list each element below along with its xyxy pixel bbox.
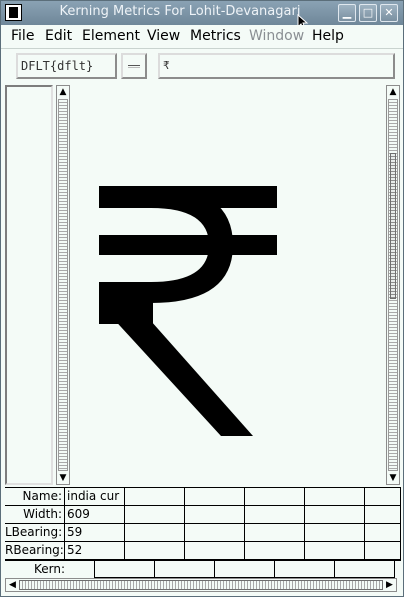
width-value[interactable]: 609 [65,506,125,524]
lbearing-label: LBearing: [5,524,65,542]
empty-cell [125,524,185,542]
menu-element[interactable]: Element [82,28,140,44]
app-icon[interactable] [5,4,22,21]
empty-cell [125,542,185,560]
name-label: Name: [5,488,65,506]
kern-cell[interactable] [155,561,215,578]
scroll-up-arrow-icon[interactable]: ▲ [387,86,399,98]
empty-cell [365,524,401,542]
scrollbar-thumb[interactable] [390,153,396,299]
horizontal-scrollbar-thumb[interactable] [19,580,383,590]
empty-cell [305,524,365,542]
empty-cell [365,488,401,506]
right-vertical-scrollbar[interactable]: ▲ ▼ [386,85,400,485]
empty-cell [185,488,245,506]
rbearing-label: RBearing: [5,542,65,560]
empty-cell [305,488,365,506]
scroll-up-arrow-icon[interactable]: ▲ [57,86,69,98]
empty-cell [245,542,305,560]
close-button[interactable]: ✕ [380,4,398,22]
kern-row: Kern: [5,560,401,578]
text-input[interactable]: ₹ [158,53,395,79]
kern-cell[interactable] [95,561,155,578]
menu-bar: File Edit Element View Metrics Window He… [1,25,403,49]
scrollbar-track[interactable] [388,99,398,471]
kern-cell[interactable] [335,561,395,578]
empty-cell [365,542,401,560]
empty-cell [125,488,185,506]
glyph-rupee-icon [99,186,277,436]
kern-label: Kern: [5,561,95,578]
rbearing-value[interactable]: 52 [65,542,125,560]
lbearing-value[interactable]: 59 [65,524,125,542]
scroll-down-arrow-icon[interactable]: ▼ [57,472,69,484]
empty-cell [185,524,245,542]
feature-dropdown-handle-icon [128,65,140,68]
width-label: Width: [5,506,65,524]
feature-dropdown[interactable] [121,53,147,79]
glyph-canvas[interactable]: ₹ [71,85,385,485]
scroll-left-arrow-icon[interactable]: ◀ [7,579,18,591]
kerning-metrics-window: Kerning Metrics For Lohit-Devanagari ▁ □… [0,0,404,597]
empty-cell [185,542,245,560]
kern-cell[interactable] [275,561,335,578]
title-bar[interactable]: Kerning Metrics For Lohit-Devanagari ▁ □… [1,1,403,25]
menu-metrics[interactable]: Metrics [190,28,241,44]
menu-help[interactable]: Help [312,28,344,44]
script-language-dropdown[interactable]: DFLT{dflt} [16,53,117,79]
empty-cell [245,506,305,524]
minimize-button[interactable]: ▁ [338,4,356,22]
empty-cell [305,542,365,560]
menu-view[interactable]: View [147,28,180,44]
menu-window[interactable]: Window [249,28,304,44]
window-title: Kerning Metrics For Lohit-Devanagari [59,4,301,19]
toolbar: DFLT{dflt} ₹ [1,50,403,82]
empty-cell [365,506,401,524]
scrollbar-track[interactable] [58,99,68,471]
empty-cell [305,506,365,524]
menu-file[interactable]: File [11,28,34,44]
glyph-list-panel[interactable] [5,85,53,485]
kern-cell[interactable] [215,561,275,578]
name-value[interactable]: india cur [65,488,125,506]
empty-cell [125,506,185,524]
empty-cell [245,524,305,542]
menu-edit[interactable]: Edit [45,28,72,44]
scroll-down-arrow-icon[interactable]: ▼ [387,472,399,484]
scroll-right-arrow-icon[interactable]: ▶ [384,579,395,591]
empty-cell [185,506,245,524]
empty-cell [245,488,305,506]
left-vertical-scrollbar[interactable]: ▲ ▼ [56,85,70,485]
horizontal-scrollbar[interactable]: ◀ ▶ [5,578,397,592]
maximize-button[interactable]: □ [359,4,377,22]
